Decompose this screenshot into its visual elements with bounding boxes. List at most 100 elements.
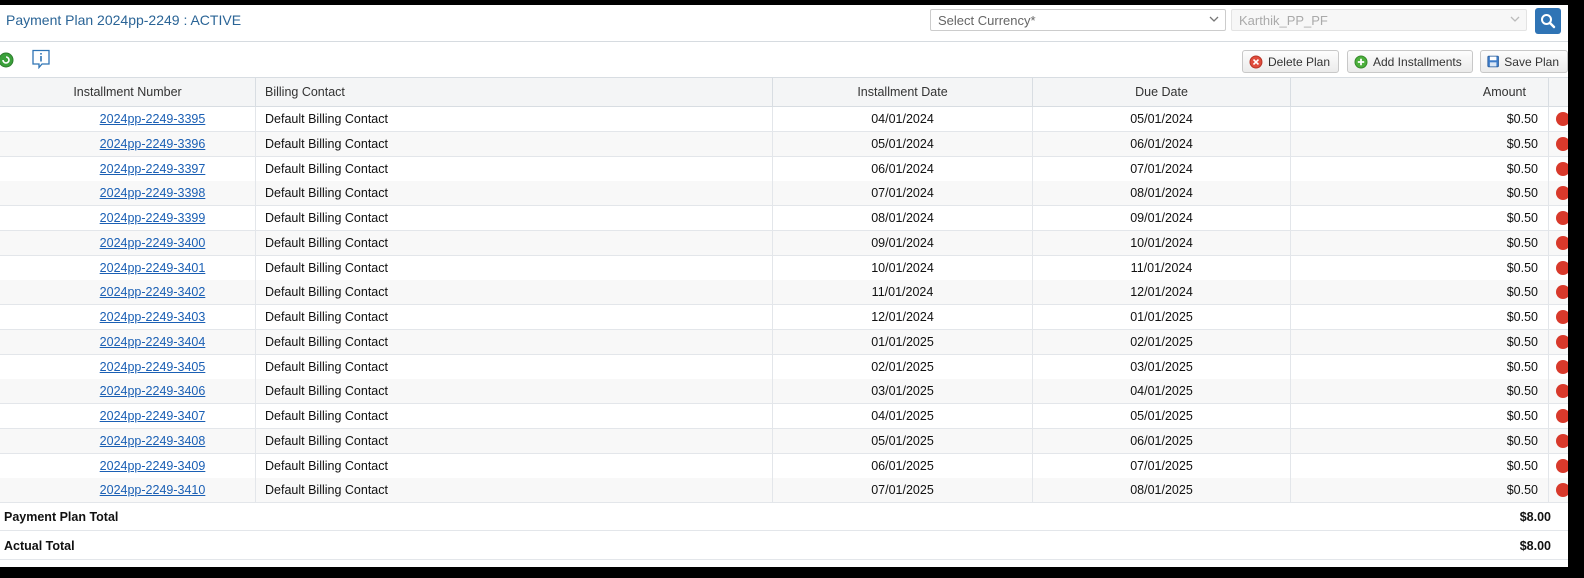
add-icon [1354, 55, 1368, 68]
installment-number-link[interactable]: 2024pp-2249-3405 [100, 360, 206, 374]
row-delete-icon[interactable] [1556, 434, 1568, 448]
billing-contact-cell: Default Billing Contact [256, 379, 773, 403]
table-row: 2024pp-2249-3410 Default Billing Contact… [0, 478, 1568, 503]
installment-number-link[interactable]: 2024pp-2249-3406 [100, 384, 206, 398]
installment-date-cell: 06/01/2024 [773, 157, 1033, 181]
row-actions-cell [1549, 107, 1568, 131]
due-date-cell: 04/01/2025 [1033, 379, 1291, 403]
row-delete-icon[interactable] [1556, 112, 1568, 126]
row-actions-cell [1549, 330, 1568, 354]
row-actions-cell [1549, 379, 1568, 403]
refresh-icon[interactable] [0, 52, 14, 68]
installment-number-link[interactable]: 2024pp-2249-3396 [100, 137, 206, 151]
row-actions-cell [1549, 157, 1568, 181]
due-date-cell: 07/01/2025 [1033, 454, 1291, 478]
row-delete-icon[interactable] [1556, 310, 1568, 324]
column-header-billing-contact[interactable]: Billing Contact [256, 78, 773, 107]
table-row: 2024pp-2249-3404 Default Billing Contact… [0, 330, 1568, 355]
row-delete-icon[interactable] [1556, 261, 1568, 275]
installment-date-cell: 05/01/2025 [773, 429, 1033, 453]
installment-date-cell: 11/01/2024 [773, 280, 1033, 304]
column-header-installment-number[interactable]: Installment Number [0, 78, 256, 107]
billing-contact-cell: Default Billing Contact [256, 256, 773, 280]
installment-date-cell: 07/01/2024 [773, 181, 1033, 205]
installment-date-cell: 04/01/2025 [773, 404, 1033, 428]
table-row: 2024pp-2249-3407 Default Billing Contact… [0, 404, 1568, 429]
row-delete-icon[interactable] [1556, 483, 1568, 497]
installment-date-cell: 07/01/2025 [773, 478, 1033, 502]
billing-contact-cell: Default Billing Contact [256, 305, 773, 329]
header-bar: Payment Plan 2024pp-2249 : ACTIVE Select… [0, 5, 1568, 42]
table-row: 2024pp-2249-3398 Default Billing Contact… [0, 181, 1568, 206]
installment-date-cell: 02/01/2025 [773, 355, 1033, 379]
payment-plan-total-value: $8.00 [1519, 510, 1551, 524]
payment-plan-total-row: Payment Plan Total $8.00 [0, 503, 1568, 531]
installment-date-cell: 01/01/2025 [773, 330, 1033, 354]
installment-number-cell: 2024pp-2249-3395 [0, 107, 256, 131]
installment-number-link[interactable]: 2024pp-2249-3408 [100, 434, 206, 448]
installment-number-link[interactable]: 2024pp-2249-3397 [100, 162, 206, 176]
installment-number-cell: 2024pp-2249-3408 [0, 429, 256, 453]
installment-number-link[interactable]: 2024pp-2249-3410 [100, 483, 206, 497]
installment-number-link[interactable]: 2024pp-2249-3398 [100, 186, 206, 200]
billing-contact-cell: Default Billing Contact [256, 157, 773, 181]
search-button[interactable] [1535, 8, 1561, 34]
save-plan-button[interactable]: Save Plan [1480, 50, 1568, 73]
installment-number-link[interactable]: 2024pp-2249-3399 [100, 211, 206, 225]
billing-contact-cell: Default Billing Contact [256, 330, 773, 354]
table-row: 2024pp-2249-3399 Default Billing Contact… [0, 206, 1568, 231]
row-delete-icon[interactable] [1556, 137, 1568, 151]
currency-select[interactable]: Select Currency* [930, 9, 1226, 31]
installment-number-link[interactable]: 2024pp-2249-3409 [100, 459, 206, 473]
amount-cell: $0.50 [1291, 478, 1549, 502]
amount-cell: $0.50 [1291, 132, 1549, 156]
installment-date-cell: 10/01/2024 [773, 256, 1033, 280]
column-header-due-date[interactable]: Due Date [1033, 78, 1291, 107]
row-delete-icon[interactable] [1556, 186, 1568, 200]
installment-number-link[interactable]: 2024pp-2249-3403 [100, 310, 206, 324]
row-delete-icon[interactable] [1556, 409, 1568, 423]
installment-number-link[interactable]: 2024pp-2249-3402 [100, 285, 206, 299]
delete-plan-button[interactable]: Delete Plan [1242, 50, 1339, 73]
amount-cell: $0.50 [1291, 355, 1549, 379]
due-date-cell: 05/01/2024 [1033, 107, 1291, 131]
due-date-cell: 11/01/2024 [1033, 256, 1291, 280]
row-delete-icon[interactable] [1556, 459, 1568, 473]
add-installments-button[interactable]: Add Installments [1347, 50, 1473, 73]
toolbar: Delete Plan Add Installments Save Plan [0, 42, 1568, 78]
row-delete-icon[interactable] [1556, 211, 1568, 225]
billing-contact-cell: Default Billing Contact [256, 404, 773, 428]
installment-number-cell: 2024pp-2249-3402 [0, 280, 256, 304]
due-date-cell: 08/01/2024 [1033, 181, 1291, 205]
installment-number-link[interactable]: 2024pp-2249-3400 [100, 236, 206, 250]
row-actions-cell [1549, 132, 1568, 156]
row-delete-icon[interactable] [1556, 384, 1568, 398]
installment-number-cell: 2024pp-2249-3399 [0, 206, 256, 230]
column-header-amount[interactable]: Amount [1291, 78, 1549, 107]
table-row: 2024pp-2249-3395 Default Billing Contact… [0, 107, 1568, 132]
due-date-cell: 06/01/2024 [1033, 132, 1291, 156]
row-delete-icon[interactable] [1556, 285, 1568, 299]
actual-total-row: Actual Total $8.00 [0, 532, 1568, 560]
installment-number-link[interactable]: 2024pp-2249-3404 [100, 335, 206, 349]
table-row: 2024pp-2249-3402 Default Billing Contact… [0, 280, 1568, 305]
column-header-installment-date[interactable]: Installment Date [773, 78, 1033, 107]
table-row: 2024pp-2249-3405 Default Billing Contact… [0, 355, 1568, 380]
installment-date-cell: 09/01/2024 [773, 231, 1033, 255]
row-delete-icon[interactable] [1556, 360, 1568, 374]
info-icon[interactable] [31, 49, 51, 69]
table-row: 2024pp-2249-3401 Default Billing Contact… [0, 256, 1568, 281]
row-delete-icon[interactable] [1556, 236, 1568, 250]
installment-number-link[interactable]: 2024pp-2249-3407 [100, 409, 206, 423]
table-row: 2024pp-2249-3397 Default Billing Contact… [0, 157, 1568, 182]
billing-contact-cell: Default Billing Contact [256, 280, 773, 304]
actual-total-value: $8.00 [1519, 539, 1551, 553]
row-actions-cell [1549, 404, 1568, 428]
amount-cell: $0.50 [1291, 330, 1549, 354]
amount-cell: $0.50 [1291, 404, 1549, 428]
row-delete-icon[interactable] [1556, 335, 1568, 349]
due-date-cell: 06/01/2025 [1033, 429, 1291, 453]
installment-number-link[interactable]: 2024pp-2249-3395 [100, 112, 206, 126]
installment-number-link[interactable]: 2024pp-2249-3401 [100, 261, 206, 275]
row-delete-icon[interactable] [1556, 162, 1568, 176]
